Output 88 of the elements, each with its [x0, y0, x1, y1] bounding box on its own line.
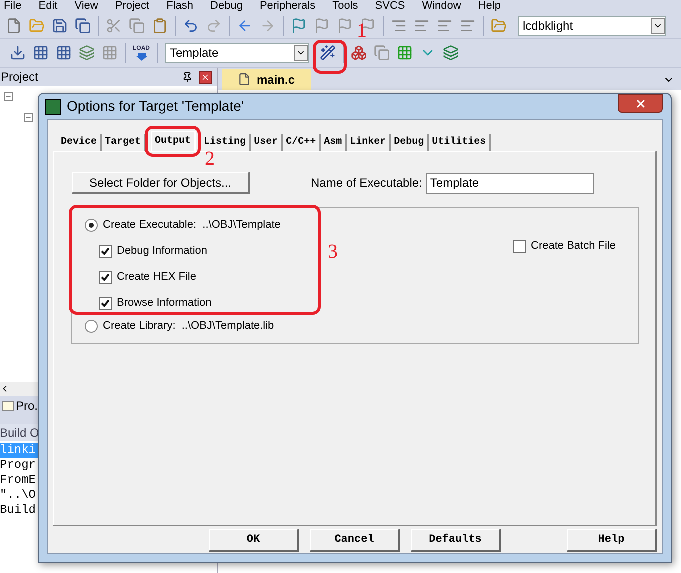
cut-icon[interactable] [106, 18, 122, 34]
menu-item[interactable]: SVCS [375, 0, 406, 13]
layers-icon[interactable] [79, 45, 95, 61]
pin-icon [182, 72, 193, 82]
close-icon[interactable] [199, 70, 212, 84]
stack-icon[interactable] [443, 45, 459, 61]
folder-icon[interactable] [491, 18, 507, 34]
flag-icon[interactable] [314, 18, 330, 34]
save-icon[interactable] [52, 18, 68, 34]
menu-item[interactable]: View [74, 0, 98, 13]
redo-icon[interactable] [206, 18, 222, 34]
checkbox[interactable] [99, 270, 112, 284]
copy-icon[interactable] [129, 18, 145, 34]
radio-button[interactable] [85, 218, 98, 232]
output-line: Progr [0, 458, 38, 473]
target-combo[interactable]: Template [165, 43, 309, 63]
annotation-box [313, 40, 347, 74]
new-file-icon[interactable] [6, 18, 22, 34]
undo-icon[interactable] [183, 18, 199, 34]
menu-item[interactable]: Edit [38, 0, 58, 13]
output-line: "..\O [0, 488, 38, 503]
flag-icon[interactable] [337, 18, 353, 34]
blocks-icon[interactable] [351, 45, 367, 61]
dialog-tab[interactable]: Utilities [429, 134, 492, 151]
annotation-number: 2 [205, 148, 215, 170]
menu-item[interactable]: Tools [332, 0, 358, 13]
dialog-tab[interactable]: Target [102, 134, 146, 151]
open-folder-icon[interactable] [29, 18, 45, 34]
dialog-button[interactable]: Defaults [411, 529, 501, 552]
dialog-tab[interactable]: Asm [321, 134, 348, 151]
dialog-button[interactable]: Help [567, 529, 657, 552]
dialog-tab[interactable]: Output [151, 131, 196, 151]
menu-item[interactable]: Window [422, 0, 462, 13]
file-icon [238, 73, 251, 86]
menu-item[interactable]: Help [478, 0, 501, 13]
editor-tab[interactable]: main.c [222, 69, 312, 90]
pane-tab[interactable]: Pro. [2, 397, 38, 415]
flag-icon[interactable] [291, 18, 307, 34]
indent-icon[interactable] [391, 18, 407, 34]
menu-item[interactable]: Debug [210, 0, 243, 13]
output-line: FromE [0, 473, 38, 488]
magic-wand-icon[interactable] [320, 45, 336, 61]
dialog-tab[interactable]: Debug [391, 134, 430, 151]
forward-arrow-icon[interactable] [260, 18, 276, 34]
select-folder-button[interactable]: Select Folder for Objects... [72, 172, 250, 194]
menu-item[interactable]: Peripherals [260, 0, 316, 13]
project-icon [2, 401, 14, 411]
dialog-button[interactable]: OK [209, 529, 299, 552]
file-combo[interactable]: lcdbklight [518, 16, 666, 36]
menu-item[interactable]: Flash [166, 0, 194, 13]
app-icon [45, 98, 61, 114]
dialog-tab[interactable]: Device [58, 134, 102, 151]
windows-icon[interactable] [374, 45, 390, 61]
dialog-tab[interactable]: C/C++ [283, 134, 322, 151]
grid-icon[interactable] [33, 45, 49, 61]
option-label: Debug Information [117, 244, 208, 258]
dialog-button[interactable]: Cancel [310, 529, 400, 552]
option-label: Create HEX File [117, 270, 196, 284]
pane-title: Project [1, 69, 38, 86]
window-title: Options for Target 'Template' [67, 97, 244, 116]
dialog-tab[interactable]: Linker [347, 134, 392, 151]
collapse-icon[interactable] [4, 92, 13, 101]
checkbox[interactable] [99, 296, 112, 310]
executable-name-field[interactable]: Template [426, 172, 594, 194]
option-label: Browse Information [117, 296, 212, 310]
dialog-tab[interactable]: User [251, 134, 284, 151]
dialog-tab[interactable]: Listing [201, 134, 252, 151]
outdent-icon[interactable] [414, 18, 430, 34]
paste-icon[interactable] [152, 18, 168, 34]
grid-icon[interactable] [102, 45, 118, 61]
field-label: Name of Executable: [311, 175, 422, 192]
close-button[interactable] [618, 94, 663, 113]
close-icon [634, 98, 646, 110]
option-label: Create Batch File [531, 239, 616, 253]
annotation-box [145, 126, 201, 157]
collapse-icon[interactable] [24, 113, 33, 122]
menu-item[interactable]: File [4, 0, 22, 13]
option-label: Create Library: ..\OBJ\Template.lib [103, 319, 274, 333]
menu-item[interactable]: Project [115, 0, 150, 13]
output-line: Build [0, 503, 38, 518]
option-label: Create Executable: ..\OBJ\Template [103, 218, 281, 232]
grid-icon[interactable] [56, 45, 72, 61]
annotation-number: 3 [328, 241, 338, 263]
radio-button[interactable] [85, 320, 98, 332]
annotation-number: 1 [357, 20, 367, 42]
download-icon[interactable] [10, 45, 26, 61]
checkbox[interactable] [513, 240, 526, 252]
checkbox[interactable] [99, 244, 112, 258]
